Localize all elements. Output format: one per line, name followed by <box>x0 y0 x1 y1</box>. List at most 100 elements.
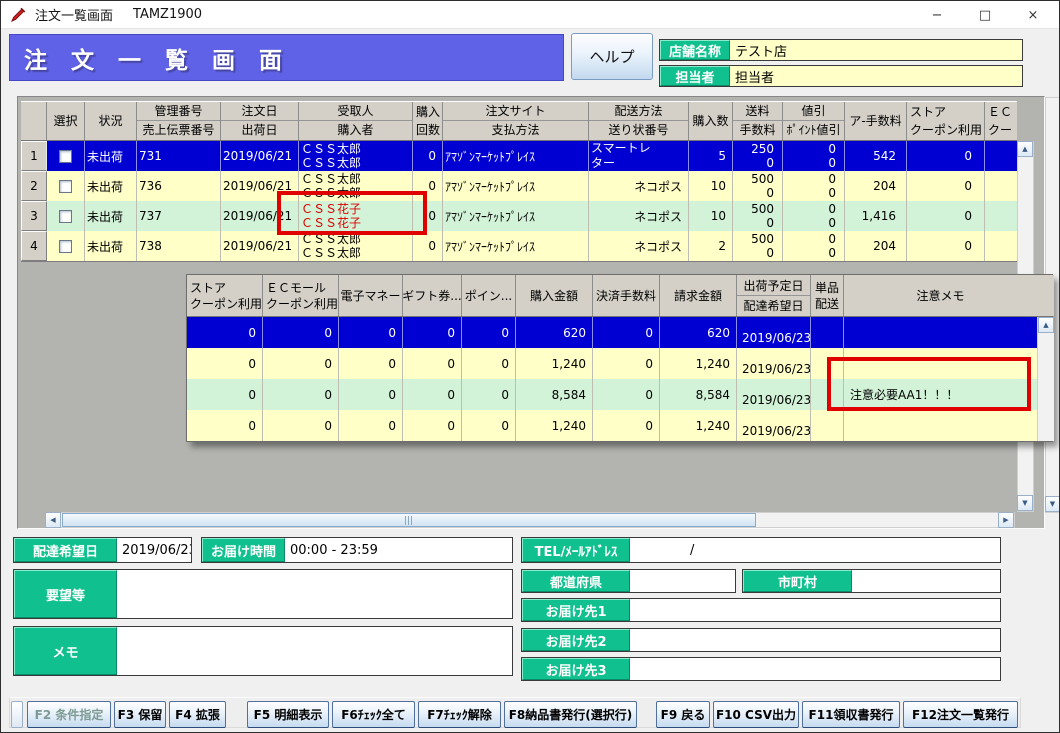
agent-fee-cell: 542 <box>845 141 907 171</box>
col-ec-coupon: ＥＣクー <box>985 102 1017 140</box>
row-number[interactable]: 1 <box>21 141 47 171</box>
request-label: 要望等 <box>14 570 117 618</box>
order-date-cell: 2019/06/21 <box>221 201 299 231</box>
purchase-times-cell: 0 <box>413 231 443 261</box>
fn-f12-order-list-button[interactable]: F12注文一覧発行 <box>903 701 1018 728</box>
memo-field[interactable] <box>117 627 512 675</box>
purchase-times-cell: 0 <box>413 201 443 231</box>
store-name-group: 店舗名称 テスト店 <box>659 39 1023 61</box>
scroll-up-icon[interactable]: ▲ <box>1017 141 1033 157</box>
col-ecmall-coupon-used: ＥＣモールクーポン利用 <box>263 275 339 316</box>
address2-field[interactable] <box>630 629 1000 651</box>
emoney-cell: 0 <box>339 410 403 441</box>
settlement-fee-cell: 0 <box>593 410 660 441</box>
detail-row-2[interactable]: 0 0 0 0 0 1,240 0 1,240 2019/06/23 <box>187 348 1052 379</box>
order-row-1[interactable]: 1 未出荷 731 2019/06/21 ＣＳＳ太郎ＣＳＳ太郎 0 ｱﾏｿﾞﾝﾏ… <box>21 141 1017 171</box>
order-row-2[interactable]: 2 未出荷 736 2019/06/21 ＣＳＳ太郎ＣＳＳ太郎 0 ｱﾏｿﾞﾝﾏ… <box>21 171 1017 201</box>
popup-vscrollbar[interactable] <box>1037 379 1054 410</box>
delivery-method-cell: スマートレター <box>589 141 689 171</box>
order-site-cell: ｱﾏｿﾞﾝﾏｰｹｯﾄﾌﾟﾚｲｽ <box>443 201 589 231</box>
staff-group: 担当者 担当者 <box>659 65 1023 87</box>
fn-f9-back-button[interactable]: F9 戻る <box>656 701 710 728</box>
row-number[interactable]: 3 <box>21 201 47 231</box>
help-button[interactable]: ヘルプ <box>571 33 653 80</box>
staff-field[interactable]: 担当者 <box>730 66 1022 86</box>
minimize-button[interactable]: − <box>913 1 961 29</box>
outer-scroll-down-icon[interactable]: ▼ <box>1045 496 1060 512</box>
row-checkbox[interactable] <box>59 210 72 223</box>
prefecture-field[interactable] <box>630 570 735 592</box>
popup-scroll-up-icon[interactable]: ▲ <box>1038 317 1054 333</box>
fn-f8-delivery-slip-button[interactable]: F8納品書発行(選択行) <box>504 701 637 728</box>
fn-f11-receipt-button[interactable]: F11領収書発行 <box>802 701 900 728</box>
purchase-amount-cell: 1,240 <box>516 410 593 441</box>
postage-cell: 5000 <box>733 171 783 201</box>
row-number[interactable]: 2 <box>21 171 47 201</box>
popup-vscrollbar[interactable] <box>1037 348 1054 379</box>
fn-f2-condition-button[interactable]: F2 条件指定 <box>27 701 111 728</box>
mgmt-no-cell: 737 <box>137 201 221 231</box>
settlement-fee-cell: 0 <box>593 348 660 379</box>
function-bar-grip[interactable] <box>11 701 23 728</box>
row-number[interactable]: 4 <box>21 231 47 261</box>
fn-f6-check-all-button[interactable]: F6ﾁｪｯｸ全て <box>332 701 415 728</box>
popup-vscrollbar[interactable] <box>1037 410 1054 441</box>
memo-group: メモ <box>13 626 513 676</box>
ecmall-coupon-used-cell: 0 <box>263 317 339 348</box>
delivery-date-field[interactable]: 2019/06/23 <box>117 538 191 562</box>
row-checkbox[interactable] <box>59 240 72 253</box>
maximize-button[interactable]: □ <box>961 1 1009 29</box>
detail-row-4[interactable]: 0 0 0 0 0 1,240 0 1,240 2019/06/23 <box>187 410 1052 441</box>
city-field[interactable] <box>852 570 1000 592</box>
agent-fee-cell: 204 <box>845 231 907 261</box>
order-table: 選択 状況 管理番号売上伝票番号 注文日出荷日 受取人購入者 購入回数 注文サイ… <box>21 101 1017 262</box>
fn-f3-hold-button[interactable]: F3 保留 <box>114 701 166 728</box>
hscroll-thumb[interactable] <box>62 513 756 527</box>
order-row-4[interactable]: 4 未出荷 738 2019/06/21 ＣＳＳ太郎ＣＳＳ太郎 0 ｱﾏｿﾞﾝﾏ… <box>21 231 1017 261</box>
store-name-field[interactable]: テスト店 <box>730 40 1022 60</box>
close-button[interactable]: × <box>1009 1 1057 29</box>
col-postage: 送料手数料 <box>733 102 783 140</box>
postage-cell: 2500 <box>733 141 783 171</box>
thumb-grip <box>405 516 413 525</box>
detail-row-1[interactable]: 0 0 0 0 0 620 0 620 2019/06/23 ▲ <box>187 317 1052 348</box>
scroll-down-icon[interactable]: ▼ <box>1017 495 1033 511</box>
ecmall-coupon-used-cell: 0 <box>263 379 339 410</box>
col-order-site: 注文サイト支払方法 <box>443 102 589 140</box>
detail-table-popup: ストアクーポン利用 ＥＣモールクーポン利用 電子マネー ギフト券... ポイン.… <box>186 274 1053 442</box>
address2-label: お届け先2 <box>522 629 630 651</box>
col-purchase-times: 購入回数 <box>413 102 443 140</box>
points-cell: 0 <box>462 410 516 441</box>
col-status: 状況 <box>85 102 137 140</box>
status-cell: 未出荷 <box>85 141 137 171</box>
request-field[interactable] <box>117 570 512 618</box>
store-coupon-used-cell: 0 <box>187 410 263 441</box>
order-row-3[interactable]: 3 未出荷 737 2019/06/21 ＣＳＳ花子ＣＳＳ花子 0 ｱﾏｿﾞﾝﾏ… <box>21 201 1017 231</box>
scroll-right-icon[interactable]: ▶ <box>998 512 1014 528</box>
postage-cell: 5000 <box>733 231 783 261</box>
col-agent-fee: ア-手数料 <box>845 102 907 140</box>
delivery-time-field[interactable]: 00:00 - 23:59 <box>285 538 512 562</box>
tel-mail-field[interactable]: / <box>630 538 1000 562</box>
fn-f10-csv-button[interactable]: F10 CSV出力 <box>713 701 799 728</box>
order-date-cell: 2019/06/21 <box>221 171 299 201</box>
status-cell: 未出荷 <box>85 231 137 261</box>
detail-table-header: ストアクーポン利用 ＥＣモールクーポン利用 電子マネー ギフト券... ポイン.… <box>187 275 1052 317</box>
address3-field[interactable] <box>630 658 1000 680</box>
detail-row-3[interactable]: 0 0 0 0 0 8,584 0 8,584 2019/06/23 注意必要A… <box>187 379 1052 410</box>
discount-cell: 00 <box>783 141 845 171</box>
fn-f7-uncheck-button[interactable]: F7ﾁｪｯｸ解除 <box>418 701 501 728</box>
quantity-cell: 2 <box>689 231 733 261</box>
address1-field[interactable] <box>630 599 1000 621</box>
popup-vscrollbar[interactable]: ▲ <box>1037 317 1054 348</box>
fn-f5-detail-button[interactable]: F5 明細表示 <box>247 701 329 728</box>
row-checkbox[interactable] <box>59 180 72 193</box>
order-list-window: 注文一覧画面 TAMZ1900 − □ × 注 文 一 覧 画 面 ヘルプ 店舗… <box>0 0 1060 733</box>
billing-amount-cell: 8,584 <box>660 379 737 410</box>
order-table-header: 選択 状況 管理番号売上伝票番号 注文日出荷日 受取人購入者 購入回数 注文サイ… <box>21 101 1017 141</box>
fn-f4-extend-button[interactable]: F4 拡張 <box>169 701 226 728</box>
scroll-left-icon[interactable]: ◀ <box>45 512 61 528</box>
city-group: 市町村 <box>742 569 1001 593</box>
row-checkbox[interactable] <box>59 150 72 163</box>
store-coupon-cell: 0 <box>907 201 985 231</box>
